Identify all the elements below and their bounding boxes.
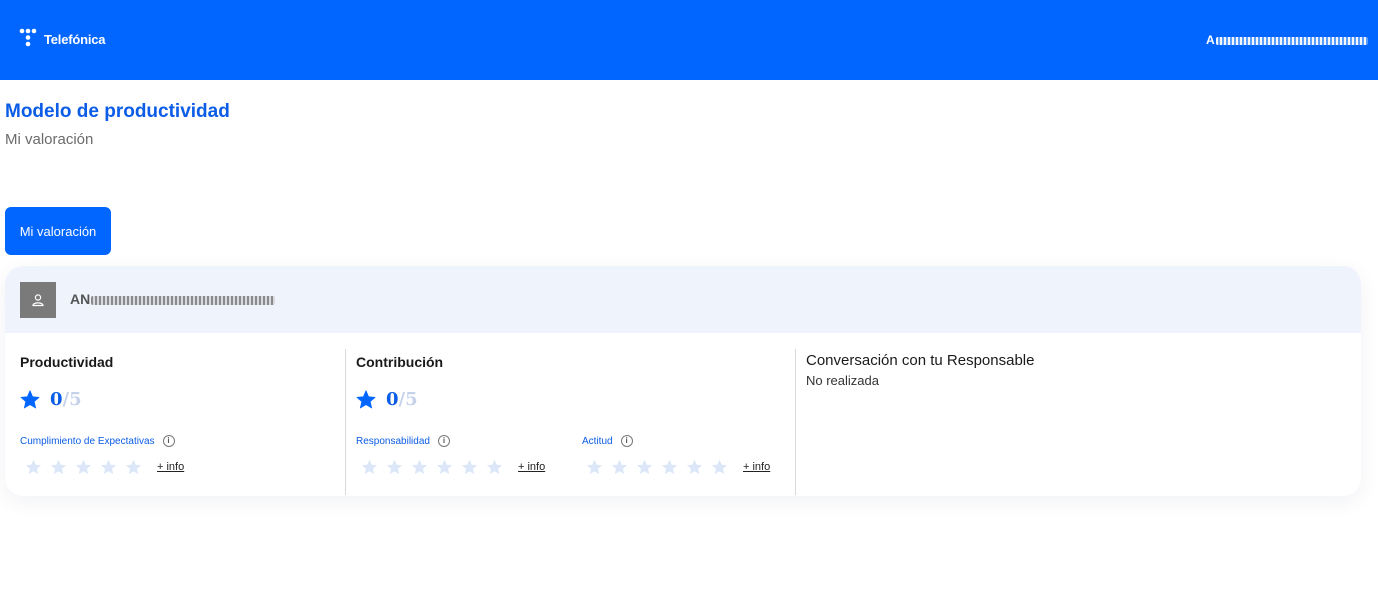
conversacion-title: Conversación con tu Responsable (806, 352, 1035, 369)
star-empty-icon[interactable] (50, 459, 67, 475)
page-subtitle: Mi valoración (5, 131, 94, 148)
column-divider (345, 349, 346, 495)
criterion-cumplimiento: Cumplimiento de Expectativas i (20, 435, 175, 447)
star-empty-icon[interactable] (25, 459, 42, 475)
star-empty-icon[interactable] (411, 459, 428, 475)
tab-mi-valoracion[interactable]: Mi valoración (5, 207, 111, 255)
conversacion-status: No realizada (806, 373, 879, 388)
page-title: Modelo de productividad (5, 101, 230, 122)
criterion-responsabilidad: Responsabilidad i (356, 435, 450, 447)
star-empty-icon[interactable] (75, 459, 92, 475)
criterion-actitud: Actitud i (582, 435, 633, 447)
top-bar: Telefónica A (0, 0, 1378, 80)
star-empty-icon[interactable] (386, 459, 403, 475)
star-empty-icon[interactable] (711, 459, 728, 475)
more-info-link[interactable]: + info (157, 461, 184, 473)
criterion-label: Responsabilidad (356, 435, 430, 447)
user-account-name[interactable]: A (1206, 33, 1378, 45)
rating-responsabilidad: + info (361, 459, 545, 475)
score-max: /5 (398, 389, 418, 410)
productividad-title: Productividad (20, 354, 114, 370)
avatar (20, 282, 56, 318)
more-info-link[interactable]: + info (743, 461, 770, 473)
score-value: 0 (50, 389, 63, 410)
more-info-link[interactable]: + info (518, 461, 545, 473)
star-empty-icon[interactable] (486, 459, 503, 475)
score-value: 0 (386, 389, 399, 410)
star-empty-icon[interactable] (636, 459, 653, 475)
column-divider (795, 349, 796, 495)
rating-actitud: + info (586, 459, 770, 475)
star-empty-icon[interactable] (461, 459, 478, 475)
employee-name-redacted (91, 295, 276, 305)
employee-header: AN (5, 266, 1361, 333)
telefonica-logo[interactable]: Telefónica (19, 28, 106, 50)
telefonica-t-icon (19, 28, 37, 47)
star-empty-icon[interactable] (436, 459, 453, 475)
contribucion-title: Contribución (356, 354, 444, 370)
star-empty-icon[interactable] (686, 459, 703, 475)
brand-name: Telefónica (44, 31, 106, 47)
contribucion-score: 0/5 (356, 389, 418, 410)
productividad-score: 0/5 (20, 389, 82, 410)
star-empty-icon[interactable] (586, 459, 603, 475)
employee-name-prefix: AN (70, 291, 91, 307)
criterion-label: Cumplimiento de Expectativas (20, 435, 155, 447)
star-filled-icon (20, 390, 40, 409)
star-empty-icon[interactable] (100, 459, 117, 475)
user-name-redacted (1215, 36, 1368, 45)
star-empty-icon[interactable] (125, 459, 142, 475)
info-icon[interactable]: i (620, 435, 633, 447)
star-filled-icon (356, 390, 376, 409)
rating-cumplimiento: + info (25, 459, 184, 475)
info-icon[interactable]: i (162, 435, 175, 447)
info-icon[interactable]: i (437, 435, 450, 447)
user-icon (32, 294, 44, 307)
criterion-label: Actitud (582, 435, 613, 447)
employee-name: AN (70, 291, 276, 307)
user-name-prefix: A (1206, 33, 1215, 45)
evaluation-card: AN Productividad 0/5 Cumplimiento de Exp… (5, 266, 1361, 496)
score-max: /5 (62, 389, 82, 410)
star-empty-icon[interactable] (361, 459, 378, 475)
star-empty-icon[interactable] (661, 459, 678, 475)
star-empty-icon[interactable] (611, 459, 628, 475)
